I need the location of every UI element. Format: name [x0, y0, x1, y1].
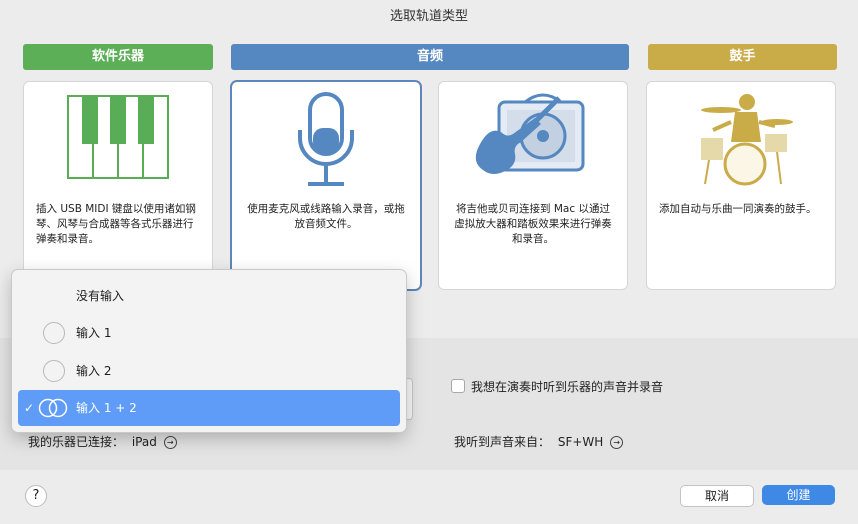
instrument-connection-value: iPad — [131, 435, 157, 449]
input-popup-menu: 没有输入 输入 1 输入 2 ✓ 输入 1 + 2 — [12, 270, 406, 432]
instrument-settings-arrow-icon[interactable]: → — [163, 436, 177, 449]
menu-item-label: 输入 2 — [76, 364, 112, 378]
checkmark-icon: ✓ — [24, 401, 35, 415]
stereo-input-icon — [38, 398, 68, 418]
help-button[interactable]: ? — [25, 485, 47, 507]
menu-item-no-input[interactable]: 没有输入 — [18, 278, 400, 314]
cancel-button[interactable]: 取消 — [680, 485, 754, 507]
category-header-software-instrument[interactable]: 软件乐器 — [23, 44, 213, 70]
microphone-icon — [298, 92, 354, 186]
card-description: 将吉他或贝司连接到 Mac 以通过虚拟放大器和踏板效果来进行弹奏和录音。 — [454, 203, 612, 245]
piano-keyboard-icon — [67, 95, 169, 179]
menu-item-label: 输入 1 — [76, 326, 112, 340]
output-label: 我听到声音来自： — [454, 435, 551, 449]
window-title: 选取轨道类型 — [389, 9, 468, 24]
menu-item-label: 没有输入 — [76, 289, 125, 303]
instrument-connection-row: 我的乐器已连接： iPad → — [28, 433, 177, 450]
menu-item-input-2[interactable]: 输入 2 — [18, 353, 400, 389]
output-settings-arrow-icon[interactable]: → — [610, 436, 624, 449]
category-header-drummer[interactable]: 鼓手 — [648, 44, 837, 70]
track-type-card-guitar-bass[interactable]: 将吉他或贝司连接到 Mac 以通过虚拟放大器和踏板效果来进行弹奏和录音。 — [439, 82, 627, 289]
monitor-checkbox[interactable] — [451, 379, 465, 393]
card-description: 插入 USB MIDI 键盘以使用诸如钢琴、风琴与合成器等各式乐器进行弹奏和录音… — [36, 203, 196, 245]
instrument-connection-label: 我的乐器已连接： — [28, 435, 125, 449]
output-value: SF+WH — [557, 435, 604, 449]
mono-input-icon — [43, 322, 65, 344]
menu-item-input-1[interactable]: 输入 1 — [18, 315, 400, 351]
mono-input-icon — [43, 360, 65, 382]
card-description: 添加自动与乐曲一同演奏的鼓手。 — [659, 203, 817, 215]
create-button[interactable]: 创建 — [762, 485, 835, 505]
drummer-icon — [701, 94, 793, 186]
track-type-card-microphone[interactable]: 使用麦克风或线路输入录音，或拖放音频文件。 — [232, 82, 420, 289]
track-type-card-software-instrument[interactable]: 插入 USB MIDI 键盘以使用诸如钢琴、风琴与合成器等各式乐器进行弹奏和录音… — [24, 82, 212, 289]
category-header-audio[interactable]: 音频 — [231, 44, 629, 70]
menu-item-input-1-2[interactable]: ✓ 输入 1 + 2 — [18, 390, 400, 426]
card-description: 使用麦克风或线路输入录音，或拖放音频文件。 — [247, 203, 405, 230]
menu-item-label: 输入 1 + 2 — [76, 401, 137, 415]
guitar-amp-icon — [475, 93, 585, 174]
track-type-card-drummer[interactable]: 添加自动与乐曲一同演奏的鼓手。 — [647, 82, 835, 289]
monitor-checkbox-label[interactable]: 我想在演奏时听到乐器的声音并录音 — [471, 378, 663, 395]
output-row: 我听到声音来自： SF+WH → — [454, 433, 624, 450]
